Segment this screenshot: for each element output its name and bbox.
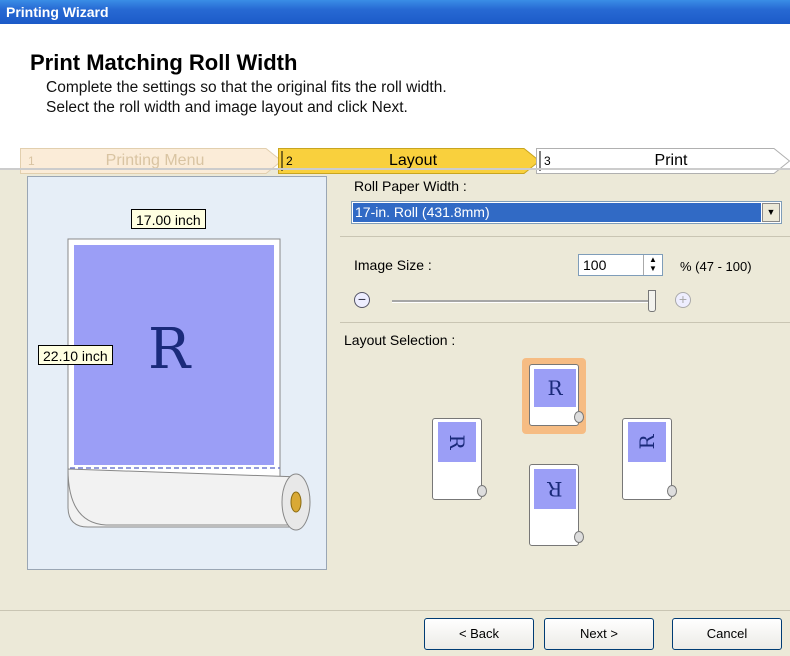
step-3-number: 3 <box>544 154 551 168</box>
image-size-slider-thumb[interactable] <box>648 290 656 312</box>
image-size-spinner[interactable]: 100 ▲ ▼ <box>578 254 663 276</box>
image-size-range: % (47 - 100) <box>680 259 752 274</box>
spinner-up-icon[interactable]: ▲ <box>644 255 662 264</box>
layout-option-right[interactable]: R <box>616 412 680 500</box>
back-button[interactable]: < Back <box>424 618 534 650</box>
step-print: 3 Print <box>536 148 790 174</box>
roll-curl-icon <box>667 485 677 497</box>
header-divider <box>0 168 790 170</box>
layout-glyph: R <box>534 369 576 407</box>
section-divider-1 <box>340 236 790 237</box>
step-2-number: 2 <box>286 154 293 168</box>
step-printing-menu: 1 Printing Menu <box>20 148 282 174</box>
cancel-button[interactable]: Cancel <box>672 618 782 650</box>
step-1-label: Printing Menu <box>105 152 205 169</box>
roll-width-label: Roll Paper Width : <box>354 178 467 194</box>
preview-glyph: R <box>148 317 191 382</box>
next-button[interactable]: Next > <box>544 618 654 650</box>
layout-glyph: R <box>628 422 666 462</box>
step-1-number: 1 <box>28 154 35 168</box>
layout-glyph: R <box>438 422 476 462</box>
footer-divider <box>0 610 790 611</box>
width-dimension-label: 17.00 inch <box>131 209 206 229</box>
layout-paper: R <box>622 418 677 500</box>
layout-option-top[interactable]: R <box>522 358 586 434</box>
window-title: Printing Wizard <box>0 0 790 24</box>
image-size-value: 100 <box>583 257 607 273</box>
wizard-steps: 1 Printing Menu 2 Layout 3 Print <box>20 148 790 174</box>
step-layout: 2 Layout <box>278 148 540 174</box>
section-divider-2 <box>340 322 790 323</box>
height-dimension-label: 22.10 inch <box>38 345 113 365</box>
layout-selection-label: Layout Selection : <box>344 332 456 348</box>
layout-glyph: R <box>534 469 576 509</box>
roll-curl-icon <box>477 485 487 497</box>
instruction-line-1: Complete the settings so that the origin… <box>46 79 447 96</box>
layout-paper: R <box>529 464 584 546</box>
zoom-out-icon[interactable]: − <box>354 292 370 308</box>
step-3-label: Print <box>654 152 688 169</box>
roll-curl-icon <box>574 531 584 543</box>
zoom-in-icon[interactable]: + <box>675 292 691 308</box>
roll-width-select[interactable]: 17-in. Roll (431.8mm) ▼ <box>351 201 782 224</box>
layout-paper: R <box>529 364 584 426</box>
page-title: Print Matching Roll Width <box>30 50 298 75</box>
layout-option-bottom[interactable]: R <box>522 458 586 546</box>
layout-option-left[interactable]: R <box>426 412 490 500</box>
spinner-arrows[interactable]: ▲ ▼ <box>643 255 662 275</box>
layout-paper: R <box>432 418 487 500</box>
roll-width-value: 17-in. Roll (431.8mm) <box>353 203 761 222</box>
image-size-slider-track[interactable] <box>392 300 654 303</box>
step-2-label: Layout <box>388 152 438 169</box>
spinner-down-icon[interactable]: ▼ <box>644 264 662 273</box>
layout-preview: R 17.00 inch 22.10 inch <box>27 176 327 570</box>
header-panel: Print Matching Roll Width Complete the s… <box>0 24 790 174</box>
instruction-line-2: Select the roll width and image layout a… <box>46 99 408 116</box>
roll-curl-icon <box>574 411 584 423</box>
chevron-down-icon[interactable]: ▼ <box>762 203 780 222</box>
image-size-label: Image Size : <box>354 257 432 273</box>
